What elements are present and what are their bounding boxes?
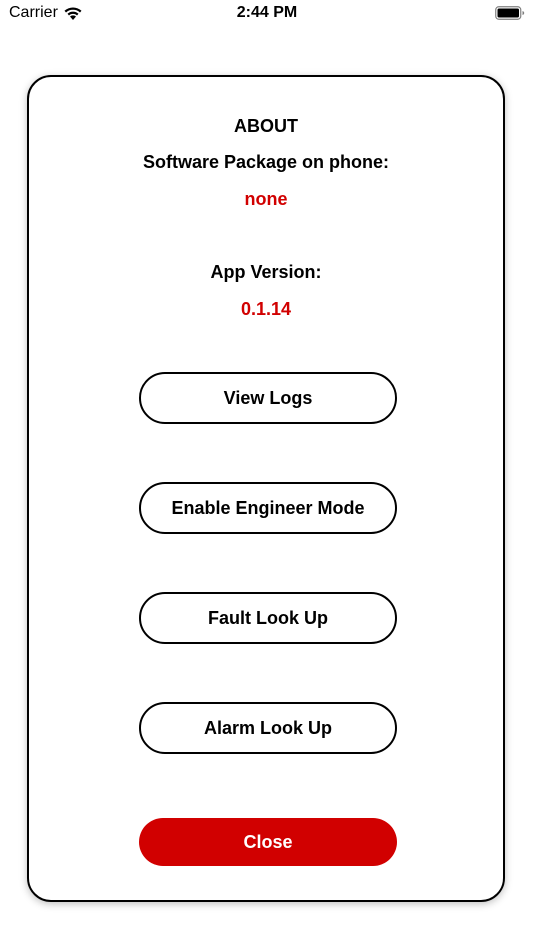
battery-full-icon: [495, 6, 525, 20]
close-button[interactable]: Close: [139, 818, 397, 866]
status-bar: Carrier 2:44 PM: [0, 0, 534, 30]
app-version-label: App Version:: [210, 262, 322, 282]
view-logs-button[interactable]: View Logs: [139, 372, 397, 424]
software-package-label: Software Package on phone:: [142, 152, 390, 172]
about-card: ABOUT Software Package on phone: none Ap…: [27, 75, 505, 902]
fault-look-up-button[interactable]: Fault Look Up: [139, 592, 397, 644]
about-title: ABOUT: [234, 116, 298, 136]
enable-engineer-mode-button[interactable]: Enable Engineer Mode: [139, 482, 397, 534]
app-version-value: 0.1.14: [240, 299, 292, 319]
software-package-value: none: [244, 189, 288, 209]
status-time: 2:44 PM: [236, 4, 298, 21]
alarm-look-up-button[interactable]: Alarm Look Up: [139, 702, 397, 754]
